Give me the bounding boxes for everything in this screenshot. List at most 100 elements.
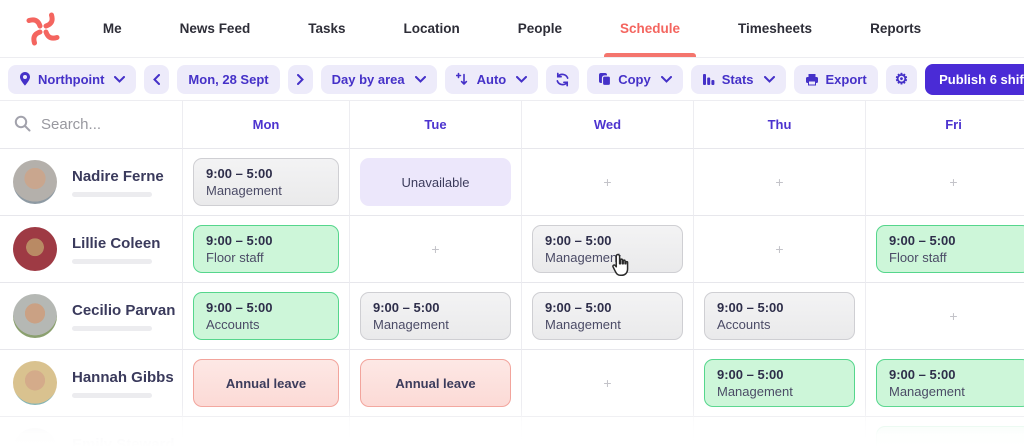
schedule-cell[interactable]: + [694,216,866,283]
gear-icon: ⚙ [895,72,908,87]
day-header-wed[interactable]: Wed [522,101,694,149]
add-shift-plus-icon[interactable]: + [603,375,611,391]
add-shift-plus-icon[interactable]: + [949,308,957,324]
employee-name: Cecilio Parvan [72,302,175,319]
shift-card[interactable]: 9:00 – 5:00Management [532,225,683,273]
annual-leave-card[interactable]: Annual leave [360,359,511,407]
nav-tabs: Me News Feed Tasks Location People Schedule Ti… [99,0,925,57]
schedule-cell[interactable]: + [866,149,1024,216]
refresh-button[interactable] [546,65,579,94]
add-shift-plus-icon[interactable]: + [775,174,783,190]
nav-tab-location[interactable]: Location [399,0,463,57]
day-header-fri[interactable]: Fri [866,101,1024,149]
schedule-cell[interactable] [183,417,350,447]
chevron-down-icon [114,76,125,83]
publish-shifts-button[interactable]: Publish 6 shifts [925,64,1024,95]
day-header-thu[interactable]: Thu [694,101,866,149]
schedule-cell[interactable]: 9:00 – 5:00Management [694,350,866,417]
add-shift-plus-icon[interactable]: + [949,174,957,190]
nav-tab-me[interactable]: Me [99,0,126,57]
schedule-cell[interactable]: + [522,149,694,216]
search-box[interactable] [0,101,183,149]
export-button[interactable]: Export [794,65,878,94]
day-header-mon[interactable]: Mon [183,101,350,149]
shift-card[interactable]: 9:00 – 5:00Management [876,359,1024,407]
schedule-row: Hannah Gibbs Annual leave Annual leave +9:0… [0,350,1024,417]
add-shift-plus-icon[interactable]: + [603,174,611,190]
schedule-cell[interactable]: 9:00 – 5:00Management [866,350,1024,417]
schedule-page: Me News Feed Tasks Location People Schedule Ti… [0,0,1024,447]
employee-cell[interactable]: Nadire Ferne [0,149,183,216]
schedule-row: Cecilio Parvan 9:00 – 5:00Accounts 9:00 – … [0,283,1024,350]
schedule-cell[interactable]: 9:00 – 5:00Management [183,149,350,216]
schedule-cell[interactable] [866,417,1024,447]
day-header-tue[interactable]: Tue [350,101,522,149]
prev-day-button[interactable] [144,65,169,94]
shift-card[interactable]: 9:00 – 5:00Management [704,359,855,407]
schedule-cell[interactable] [694,417,866,447]
nav-tab-people[interactable]: People [514,0,566,57]
add-shift-plus-icon[interactable]: + [775,241,783,257]
employee-cell[interactable]: Lillie Coleen [0,216,183,283]
schedule-cell[interactable]: 9:00 – 5:00Floor staff [866,216,1024,283]
shift-role: Accounts [717,317,842,332]
shift-card[interactable]: 9:00 – 5:00Accounts [193,292,339,340]
shift-time: 9:00 – 5:00 [889,233,1018,248]
schedule-cell[interactable]: 9:00 – 5:00Management [350,283,522,350]
employee-cell[interactable]: Hannah Gibbs [0,350,183,417]
next-day-button[interactable] [288,65,313,94]
nav-tab-tasks[interactable]: Tasks [304,0,349,57]
brand-pinwheel-logo-icon[interactable] [26,12,60,46]
shift-card[interactable] [876,426,1024,447]
location-pin-icon [19,72,31,86]
schedule-cell[interactable]: 9:00 – 5:00Management [522,216,694,283]
copy-icon [598,72,611,86]
annual-leave-card[interactable]: Annual leave [193,359,339,407]
date-button[interactable]: Mon, 28 Sept [177,65,279,94]
schedule-cell[interactable]: Annual leave [183,350,350,417]
nav-tab-timesheets[interactable]: Timesheets [734,0,816,57]
schedule-cell[interactable]: 9:00 – 5:00Floor staff [183,216,350,283]
shift-card[interactable]: 9:00 – 5:00Management [360,292,511,340]
search-icon [14,115,31,135]
employee-role-bar [72,192,152,197]
shift-card[interactable]: 9:00 – 5:00Accounts [704,292,855,340]
schedule-cell[interactable]: + [694,149,866,216]
annual-leave-label: Annual leave [226,376,306,391]
annual-leave-label: Annual leave [395,376,475,391]
employee-name: Emily Steward [72,436,175,447]
copy-button[interactable]: Copy [587,65,683,94]
shift-role: Management [545,317,670,332]
view-mode-select[interactable]: Day by area [321,65,437,94]
avatar [13,160,57,204]
settings-button[interactable]: ⚙ [886,65,917,94]
schedule-cell[interactable]: 9:00 – 5:00Accounts [183,283,350,350]
nav-tab-schedule[interactable]: Schedule [616,0,684,57]
search-input[interactable] [41,116,161,133]
schedule-cell[interactable]: 9:00 – 5:00Management [522,283,694,350]
location-select[interactable]: Northpoint [8,65,136,94]
schedule-cell[interactable] [522,417,694,447]
shift-card[interactable]: 9:00 – 5:00Floor staff [876,225,1024,273]
schedule-cell[interactable]: + [350,216,522,283]
schedule-cell[interactable]: + [866,283,1024,350]
employee-name: Nadire Ferne [72,168,164,185]
shift-card[interactable]: 9:00 – 5:00Floor staff [193,225,339,273]
unavailable-card[interactable]: Unavailable [360,158,511,206]
shift-card[interactable]: 9:00 – 5:00Management [532,292,683,340]
shift-time: 9:00 – 5:00 [717,367,842,382]
schedule-cell[interactable]: Unavailable [350,149,522,216]
schedule-cell[interactable]: + [522,350,694,417]
stats-button[interactable]: Stats [691,65,786,94]
nav-tab-news-feed[interactable]: News Feed [176,0,255,57]
schedule-cell[interactable]: 9:00 – 5:00Accounts [694,283,866,350]
add-shift-plus-icon[interactable]: + [431,241,439,257]
schedule-cell[interactable] [350,417,522,447]
nav-tab-reports[interactable]: Reports [866,0,925,57]
employee-cell[interactable]: Emily Steward [0,417,183,447]
schedule-cell[interactable]: Annual leave [350,350,522,417]
shift-card[interactable]: 9:00 – 5:00Management [193,158,339,206]
employee-cell[interactable]: Cecilio Parvan [0,283,183,350]
auto-schedule-button[interactable]: Auto [445,65,539,94]
shift-role: Floor staff [206,250,326,265]
